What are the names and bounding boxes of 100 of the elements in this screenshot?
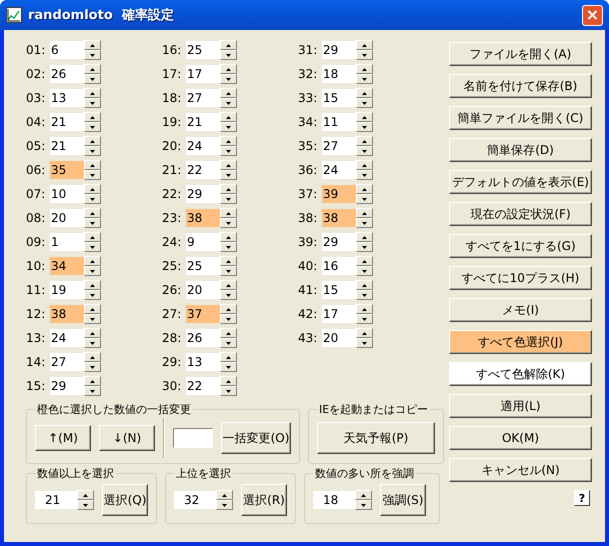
number-field[interactable]: 24 — [50, 329, 84, 347]
number-field[interactable]: 20 — [186, 281, 220, 299]
number-field[interactable]: 24 — [186, 137, 220, 155]
side-button[interactable]: すべて色選択(J) — [449, 330, 592, 354]
spin-buttons[interactable] — [84, 136, 101, 156]
spin-buttons[interactable] — [84, 64, 101, 84]
input-field[interactable] — [173, 428, 213, 448]
side-button[interactable]: OK(M) — [449, 426, 592, 450]
spin-buttons[interactable] — [356, 304, 373, 324]
side-button[interactable]: すべてを1にする(G) — [449, 234, 592, 258]
spin-buttons[interactable] — [355, 490, 372, 510]
number-field[interactable]: 29 — [322, 41, 356, 59]
spin-buttons[interactable] — [84, 208, 101, 228]
spin-buttons[interactable] — [84, 232, 101, 252]
number-field[interactable]: 27 — [50, 353, 84, 371]
spin-buttons[interactable] — [84, 280, 101, 300]
spin-buttons[interactable] — [356, 256, 373, 276]
number-field[interactable]: 24 — [322, 161, 356, 179]
side-button[interactable]: 簡単保存(D) — [449, 138, 592, 162]
number-field[interactable]: 29 — [50, 377, 84, 395]
spin-buttons[interactable] — [84, 40, 101, 60]
spin-buttons[interactable] — [220, 160, 237, 180]
spin-buttons[interactable] — [220, 232, 237, 252]
number-field[interactable]: 37 — [186, 305, 220, 323]
close-button[interactable]: × — [582, 4, 603, 26]
number-field[interactable]: 32 — [174, 491, 216, 509]
number-field[interactable]: 38 — [50, 305, 84, 323]
number-field[interactable]: 17 — [322, 305, 356, 323]
action-button[interactable]: 選択(R) — [241, 484, 287, 516]
spin-buttons[interactable] — [356, 136, 373, 156]
number-field[interactable]: 18 — [313, 491, 355, 509]
number-field[interactable]: 19 — [50, 281, 84, 299]
number-field[interactable]: 22 — [186, 161, 220, 179]
number-field[interactable]: 27 — [322, 137, 356, 155]
number-field[interactable]: 39 — [322, 185, 356, 203]
spin-buttons[interactable] — [220, 40, 237, 60]
number-field[interactable]: 21 — [35, 491, 77, 509]
side-button[interactable]: キャンセル(N) — [449, 458, 592, 482]
down-button[interactable]: ↓(N) — [99, 425, 155, 451]
spin-buttons[interactable] — [356, 208, 373, 228]
number-field[interactable]: 20 — [50, 209, 84, 227]
spin-buttons[interactable] — [220, 256, 237, 276]
spin-buttons[interactable] — [220, 376, 237, 396]
number-field[interactable]: 22 — [186, 377, 220, 395]
number-field[interactable]: 29 — [322, 233, 356, 251]
number-field[interactable]: 10 — [50, 185, 84, 203]
spin-buttons[interactable] — [356, 40, 373, 60]
number-field[interactable]: 29 — [186, 185, 220, 203]
number-field[interactable]: 27 — [186, 89, 220, 107]
side-button[interactable]: ファイルを開く(A) — [449, 42, 592, 66]
spin-buttons[interactable] — [356, 160, 373, 180]
number-field[interactable]: 15 — [322, 89, 356, 107]
number-field[interactable]: 38 — [186, 209, 220, 227]
side-button[interactable]: デフォルトの値を表示(E) — [449, 170, 592, 194]
number-field[interactable]: 13 — [186, 353, 220, 371]
number-field[interactable]: 25 — [186, 41, 220, 59]
number-field[interactable]: 21 — [186, 113, 220, 131]
spin-buttons[interactable] — [356, 88, 373, 108]
weather-button[interactable]: 天気予報(P) — [317, 422, 435, 454]
number-field[interactable]: 13 — [50, 89, 84, 107]
spin-buttons[interactable] — [220, 136, 237, 156]
action-button[interactable]: 強調(S) — [380, 484, 426, 516]
side-button[interactable]: 現在の設定状況(F) — [449, 202, 592, 226]
spin-buttons[interactable] — [356, 328, 373, 348]
number-field[interactable]: 18 — [322, 65, 356, 83]
spin-buttons[interactable] — [356, 112, 373, 132]
spin-buttons[interactable] — [220, 208, 237, 228]
side-button[interactable]: 名前を付けて保存(B) — [449, 74, 592, 98]
spin-buttons[interactable] — [356, 232, 373, 252]
spin-buttons[interactable] — [84, 328, 101, 348]
spin-buttons[interactable] — [220, 112, 237, 132]
number-field[interactable]: 26 — [50, 65, 84, 83]
number-field[interactable]: 20 — [322, 329, 356, 347]
number-field[interactable]: 11 — [322, 113, 356, 131]
action-button[interactable]: 選択(Q) — [102, 484, 148, 516]
spin-buttons[interactable] — [84, 256, 101, 276]
number-field[interactable]: 38 — [322, 209, 356, 227]
spin-buttons[interactable] — [77, 490, 94, 510]
spin-buttons[interactable] — [220, 280, 237, 300]
spin-buttons[interactable] — [356, 64, 373, 84]
spin-buttons[interactable] — [84, 352, 101, 372]
number-field[interactable]: 15 — [322, 281, 356, 299]
number-field[interactable]: 21 — [50, 137, 84, 155]
side-button[interactable]: 適用(L) — [449, 394, 592, 418]
spin-buttons[interactable] — [84, 112, 101, 132]
spin-buttons[interactable] — [220, 304, 237, 324]
help-button[interactable]: ? — [574, 490, 590, 506]
spin-buttons[interactable] — [216, 490, 233, 510]
number-field[interactable]: 16 — [322, 257, 356, 275]
number-field[interactable]: 34 — [50, 257, 84, 275]
number-field[interactable]: 6 — [50, 41, 84, 59]
spin-buttons[interactable] — [84, 88, 101, 108]
number-field[interactable]: 17 — [186, 65, 220, 83]
number-field[interactable]: 25 — [186, 257, 220, 275]
number-field[interactable]: 26 — [186, 329, 220, 347]
side-button[interactable]: 簡単ファイルを開く(C) — [449, 106, 592, 130]
spin-buttons[interactable] — [84, 304, 101, 324]
spin-buttons[interactable] — [356, 280, 373, 300]
spin-buttons[interactable] — [84, 184, 101, 204]
side-button[interactable]: すべて色解除(K) — [449, 362, 592, 386]
